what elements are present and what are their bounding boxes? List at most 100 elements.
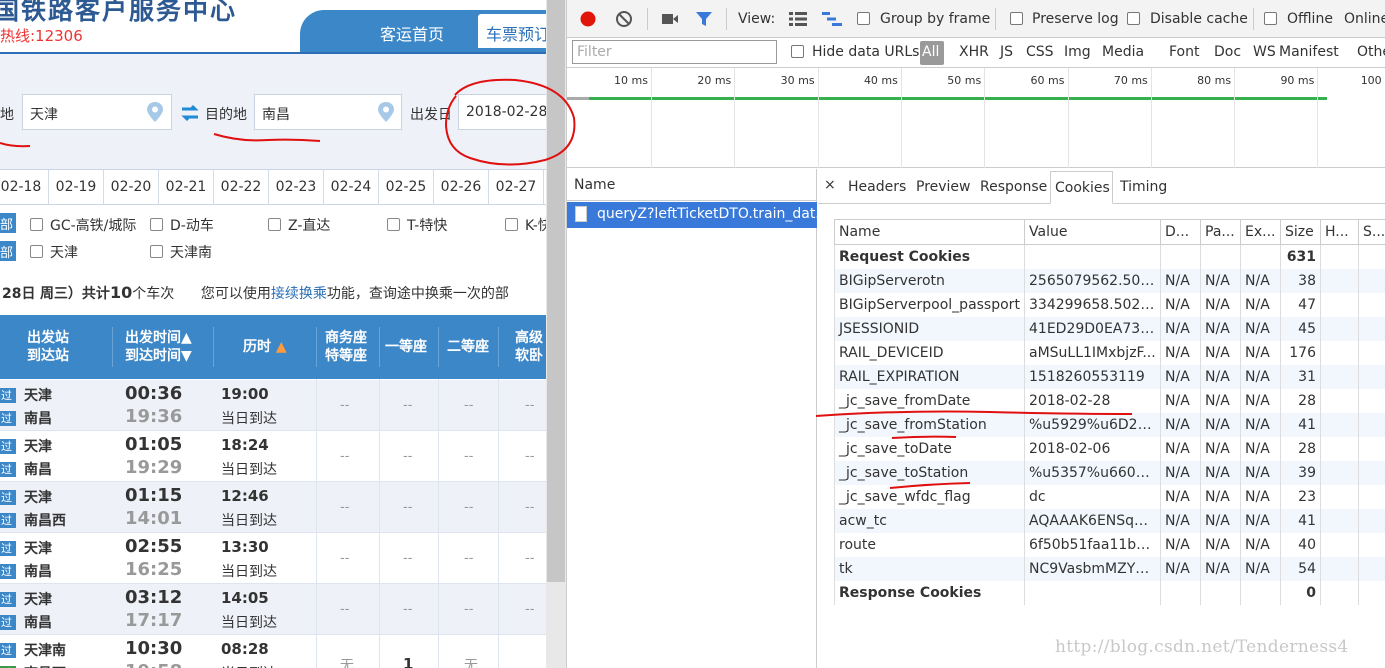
- cookie-row[interactable]: acw_tc AQAAAK6ENSq2... N/A N/A N/A 41: [834, 508, 1385, 533]
- col-station[interactable]: 出发站 到达站: [27, 329, 69, 365]
- col-time[interactable]: 出发时间▲ 到达时间▼: [125, 329, 192, 365]
- col-cookie-expires[interactable]: Ex...: [1240, 219, 1281, 245]
- seat-availability[interactable]: --: [525, 602, 534, 617]
- type-filter-ws[interactable]: WS: [1253, 44, 1276, 60]
- date-tab[interactable]: 02-23: [269, 170, 324, 205]
- type-filter-js[interactable]: JS: [1000, 44, 1013, 60]
- filter-station-label[interactable]: 部: [0, 241, 16, 261]
- tab-preview[interactable]: Preview: [916, 179, 971, 195]
- type-filter-media[interactable]: Media: [1102, 44, 1144, 60]
- location-pin-icon[interactable]: [146, 101, 164, 123]
- train-row[interactable]: 过过天津南南昌西10:3019:5808:28当日到达无1无: [0, 635, 546, 668]
- cookie-row[interactable]: _jc_save_toDate 2018-02-06 N/A N/A N/A 28: [834, 436, 1385, 461]
- train-type-checkbox[interactable]: [150, 218, 163, 231]
- from-station[interactable]: 天津南: [24, 640, 66, 660]
- hide-data-urls-checkbox[interactable]: [791, 45, 804, 58]
- throttling-select[interactable]: Online: [1344, 11, 1385, 27]
- cookie-row[interactable]: RAIL_DEVICEID aMSuLL1IMxbjzF... N/A N/A N/A 1…: [834, 340, 1385, 365]
- type-filter-doc[interactable]: Doc: [1214, 44, 1241, 60]
- col-cookie-value[interactable]: Value: [1024, 219, 1161, 245]
- seat-availability[interactable]: --: [525, 449, 534, 464]
- request-list-header[interactable]: Name: [567, 169, 817, 201]
- col-cookie-domain[interactable]: D...: [1160, 219, 1201, 245]
- seat-availability[interactable]: --: [340, 500, 349, 515]
- tab-cookies[interactable]: Cookies: [1050, 171, 1113, 204]
- cookie-row[interactable]: _jc_save_toStation %u5357%u660C... N/A N/A N…: [834, 460, 1385, 485]
- cookie-row[interactable]: tk NC9VasbmMZYd... N/A N/A N/A 54: [834, 556, 1385, 581]
- seat-availability[interactable]: --: [403, 398, 412, 413]
- seat-availability[interactable]: --: [340, 551, 349, 566]
- transfer-link[interactable]: 接续换乘: [271, 286, 327, 302]
- train-row[interactable]: 过过天津 南昌西 01:15 14:01 12:46 当日到达 -- -- -- --: [0, 482, 546, 533]
- to-station[interactable]: 南昌: [24, 459, 52, 479]
- record-icon[interactable]: [579, 10, 597, 28]
- filter-type-label[interactable]: 部: [0, 213, 16, 233]
- cookie-row[interactable]: RAIL_EXPIRATION 1518260553119 N/A N/A N/A 31: [834, 364, 1385, 389]
- cookie-row[interactable]: route 6f50b51faa11b9... N/A N/A N/A 40: [834, 532, 1385, 557]
- seat-availability[interactable]: --: [525, 500, 534, 515]
- cookie-row[interactable]: _jc_save_fromStation %u5929%u6D25... N/A N/…: [834, 412, 1385, 437]
- type-filter-css[interactable]: CSS: [1026, 44, 1054, 60]
- filter-input[interactable]: Filter: [572, 40, 777, 64]
- seat-availability[interactable]: --: [340, 398, 349, 413]
- seat-availability[interactable]: 无: [340, 655, 354, 668]
- to-station[interactable]: 南昌西: [24, 663, 66, 668]
- offline-checkbox[interactable]: [1264, 12, 1277, 25]
- scrollbar-thumb[interactable]: [547, 0, 565, 582]
- train-row[interactable]: 过过天津 南昌 00:36 19:36 19:00 当日到达 -- -- -- --: [0, 380, 546, 431]
- to-station[interactable]: 南昌: [24, 612, 52, 632]
- depart-date-input[interactable]: 2018-02-28: [458, 94, 546, 130]
- train-type-checkbox[interactable]: [268, 218, 281, 231]
- to-station[interactable]: 南昌西: [24, 510, 66, 530]
- cookie-row[interactable]: _jc_save_fromDate 2018-02-28 N/A N/A N/A 28: [834, 388, 1385, 413]
- location-pin-icon[interactable]: [377, 101, 395, 123]
- seat-availability[interactable]: 无: [464, 655, 478, 668]
- date-tab[interactable]: 02-19: [49, 170, 104, 205]
- date-tab[interactable]: 02-26: [434, 170, 489, 205]
- close-detail-icon[interactable]: ×: [824, 177, 836, 193]
- group-by-frame-checkbox[interactable]: [857, 12, 870, 25]
- from-station[interactable]: 天津: [24, 589, 52, 609]
- swap-stations-icon[interactable]: [179, 102, 201, 124]
- col-cookie-name[interactable]: Name: [834, 219, 1025, 245]
- clear-icon[interactable]: [615, 10, 633, 28]
- col-cookie-secure[interactable]: S...: [1358, 219, 1385, 245]
- nav-home-link[interactable]: 客运首页: [380, 21, 444, 45]
- type-filter-font[interactable]: Font: [1169, 44, 1199, 60]
- list-view-icon[interactable]: [789, 12, 807, 26]
- train-type-checkbox[interactable]: [505, 218, 518, 231]
- train-type-checkbox[interactable]: [30, 218, 43, 231]
- seat-availability[interactable]: --: [340, 602, 349, 617]
- seat-availability[interactable]: --: [403, 551, 412, 566]
- date-tab[interactable]: 02-21: [159, 170, 214, 205]
- train-row[interactable]: 过过天津 南昌 02:55 16:25 13:30 当日到达 -- -- -- --: [0, 533, 546, 584]
- date-tab[interactable]: 02-24: [324, 170, 379, 205]
- seat-availability[interactable]: --: [403, 602, 412, 617]
- type-filter-img[interactable]: Img: [1064, 44, 1091, 60]
- seat-availability[interactable]: --: [464, 500, 473, 515]
- page-scrollbar[interactable]: [546, 0, 566, 668]
- from-station[interactable]: 天津: [24, 538, 52, 558]
- to-station[interactable]: 南昌: [24, 408, 52, 428]
- cookie-row[interactable]: JSESSIONID 41ED29D0EA732... N/A N/A N/A 45: [834, 316, 1385, 341]
- screenshot-camera-icon[interactable]: [661, 12, 679, 26]
- from-station[interactable]: 天津: [24, 385, 52, 405]
- tab-headers[interactable]: Headers: [848, 179, 906, 195]
- from-station[interactable]: 天津: [24, 436, 52, 456]
- station-checkbox[interactable]: [150, 245, 163, 258]
- network-timeline-overview[interactable]: 10 ms 20 ms 30 ms 40 ms 50 ms 60 ms 70 ms 80 ms…: [567, 68, 1385, 168]
- seat-availability[interactable]: --: [403, 449, 412, 464]
- col-cookie-path[interactable]: Pa...: [1200, 219, 1241, 245]
- type-filter-xhr[interactable]: XHR: [959, 44, 989, 60]
- station-checkbox[interactable]: [30, 245, 43, 258]
- preserve-log-checkbox[interactable]: [1010, 12, 1023, 25]
- disable-cache-checkbox[interactable]: [1127, 12, 1140, 25]
- cookie-row[interactable]: BIGipServerotn 2565079562.502... N/A N/A N/A…: [834, 268, 1385, 293]
- cookie-row[interactable]: BIGipServerpool_passport 334299658.5021..…: [834, 292, 1385, 317]
- seat-availability[interactable]: --: [525, 551, 534, 566]
- col-cookie-httponly[interactable]: H...: [1320, 219, 1359, 245]
- seat-availability[interactable]: --: [403, 500, 412, 515]
- train-type-checkbox[interactable]: [387, 218, 400, 231]
- date-tab[interactable]: 02-20: [104, 170, 159, 205]
- filter-funnel-icon[interactable]: [695, 11, 713, 28]
